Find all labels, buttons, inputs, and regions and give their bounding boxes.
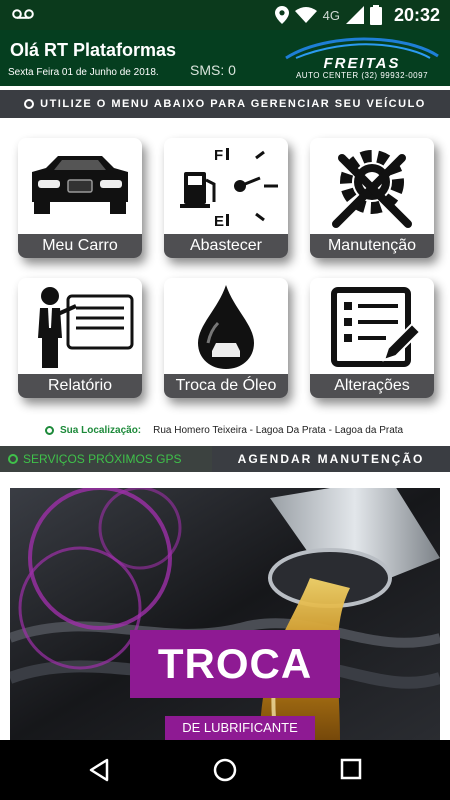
home-icon[interactable] xyxy=(213,758,237,782)
oil-drop-icon xyxy=(198,285,254,369)
svg-text:F: F xyxy=(214,147,223,164)
freitas-logo: FREITAS AUTO CENTER (32) 99932-0097 xyxy=(280,36,444,82)
menu-item-abastecer[interactable]: F E Abastecer xyxy=(164,138,288,258)
signal-icon xyxy=(345,6,364,24)
location-line: Sua Localização: Rua Homero Teixeira - L… xyxy=(0,422,450,438)
presenter-board-icon xyxy=(38,287,134,368)
car-front-icon xyxy=(32,156,128,214)
promo-banner[interactable]: TROCA DE LUBRIFICANTE xyxy=(10,488,440,740)
app-header: Olá RT Plataformas Sexta Feira 01 de Jun… xyxy=(0,30,450,86)
gps-dot-icon xyxy=(8,454,18,464)
menu-item-label: Alterações xyxy=(310,374,434,398)
fuel-gauge-icon: F E xyxy=(180,147,278,228)
location-value: Rua Homero Teixeira - Lagoa Da Prata - L… xyxy=(153,424,404,436)
menu-item-relatorio[interactable]: Relatório xyxy=(18,278,142,398)
network-type: 4G xyxy=(322,7,340,23)
menu-grid: Meu Carro F E Abastecer Manutenção Relat… xyxy=(0,118,450,438)
current-date: Sexta Feira 01 de Junho de 2018. xyxy=(8,67,159,78)
location-dot-icon xyxy=(45,425,54,435)
menu-item-manutencao[interactable]: Manutenção xyxy=(310,138,434,258)
logo-brand: FREITAS xyxy=(323,55,401,72)
logo-subtitle: AUTO CENTER (32) 99932-0097 xyxy=(295,71,429,80)
action-bar: SERVIÇOS PRÓXIMOS GPS AGENDAR MANUTENÇÃO xyxy=(0,446,450,472)
location-label: Sua Localização: xyxy=(60,424,142,436)
svg-text:E: E xyxy=(214,213,224,228)
wifi-icon xyxy=(294,7,317,23)
promo-title: TROCA xyxy=(130,630,340,698)
navigation-bar xyxy=(0,740,450,800)
instruction-bar: UTILIZE O MENU ABAIXO PARA GERENCIAR SEU… xyxy=(0,90,450,118)
menu-item-label: Abastecer xyxy=(164,234,288,258)
sms-counter[interactable]: SMS: 0 xyxy=(190,62,236,78)
schedule-maintenance-button[interactable]: AGENDAR MANUTENÇÃO xyxy=(212,446,450,472)
battery-icon xyxy=(369,5,382,25)
gear-tools-icon xyxy=(332,150,412,228)
recents-icon[interactable] xyxy=(340,758,362,780)
gps-services-button[interactable]: SERVIÇOS PRÓXIMOS GPS xyxy=(0,446,212,472)
menu-item-meu-carro[interactable]: Meu Carro xyxy=(18,138,142,258)
menu-item-label: Meu Carro xyxy=(18,234,142,258)
menu-item-troca-de-oleo[interactable]: Troca de Óleo xyxy=(164,278,288,398)
checklist-edit-icon xyxy=(331,287,422,367)
menu-item-label: Troca de Óleo xyxy=(164,374,288,398)
clock: 20:32 xyxy=(393,4,440,25)
voicemail-icon xyxy=(12,9,34,19)
instruction-text: UTILIZE O MENU ABAIXO PARA GERENCIAR SEU… xyxy=(40,98,426,110)
location-pin-icon xyxy=(274,6,289,24)
promo-subtitle: DE LUBRIFICANTE xyxy=(165,716,315,740)
back-icon[interactable] xyxy=(88,758,110,782)
gps-services-label: SERVIÇOS PRÓXIMOS GPS xyxy=(23,452,182,466)
banner-artwork xyxy=(10,488,440,740)
menu-item-alteracoes[interactable]: Alterações xyxy=(310,278,434,398)
status-bar: 4G 20:32 xyxy=(0,0,450,30)
radio-dot-icon xyxy=(24,99,35,109)
menu-item-label: Manutenção xyxy=(310,234,434,258)
menu-item-label: Relatório xyxy=(18,374,142,398)
greeting: Olá RT Plataformas xyxy=(10,40,177,60)
